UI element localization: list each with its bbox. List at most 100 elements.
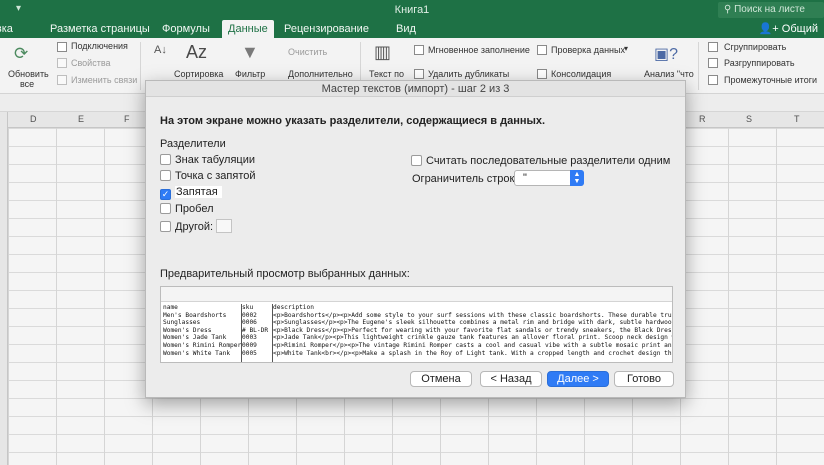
preview-cell: # BL-DR — [242, 326, 269, 334]
tab-insert[interactable]: Вставка — [0, 20, 19, 38]
semicolon-checkbox[interactable] — [160, 170, 171, 181]
consecutive-delimiters-option[interactable]: Считать последовательные разделители одн… — [411, 155, 670, 167]
consolidate-icon — [537, 69, 547, 79]
add-person-icon: 👤+ — [758, 23, 779, 35]
preview-column-header — [161, 287, 672, 302]
preview-cell: name — [163, 304, 178, 311]
tab-page-layout[interactable]: Разметка страницы — [44, 20, 156, 38]
tab-review[interactable]: Рецензирование — [278, 20, 375, 38]
ribbon-tabs: Вставка Разметка страницы Формулы Данные… — [0, 20, 824, 38]
connections-button[interactable]: Подключения — [71, 41, 128, 51]
preview-cell: Women's Rimini Romper — [163, 341, 241, 349]
comma-checkbox[interactable]: ✓ — [160, 189, 171, 200]
properties-button[interactable]: Свойства — [71, 58, 111, 68]
preview-cell: <p>Rimini Romper</p><p>The vintage Rimin… — [273, 341, 672, 349]
delimiter-tab-option[interactable]: Знак табуляции — [160, 154, 255, 168]
delimiter-other-option[interactable]: Другой: — [160, 219, 233, 233]
preview-row: Women's White Tank 0005 <p>White Tank<br><… — [161, 350, 672, 358]
subtotal-icon — [708, 75, 718, 85]
preview-row: Women's Jade Tank 0003 <p>Jade Tank</p><p>… — [161, 334, 672, 342]
share-button[interactable]: 👤+ Общий — [759, 22, 818, 35]
what-if-icon: ▣? — [654, 46, 679, 63]
document-title: Книга1 — [394, 4, 430, 16]
refresh-all-label-2: все — [20, 79, 35, 89]
cancel-button[interactable]: Отмена — [410, 371, 472, 387]
semicolon-checkbox-label: Точка с запятой — [175, 170, 256, 182]
delimiter-comma-option[interactable]: ✓ Запятая — [160, 186, 222, 200]
preview-row: Women's Dress # BL-DR <p>Black Dress</p><p… — [161, 327, 672, 335]
sort-button[interactable]: Сортировка — [174, 69, 223, 79]
preview-cell: <p>White Tank<br></p><p>Make a splash in… — [273, 349, 672, 357]
clear-filter-button[interactable]: Очистить — [288, 47, 327, 57]
preview-cell: 0005 — [242, 349, 257, 357]
text-qualifier-value: " — [523, 172, 527, 184]
sort-az-icon[interactable]: A↓ — [154, 44, 167, 56]
dialog-title: Мастер текстов (импорт) - шаг 2 из 3 — [146, 81, 685, 97]
share-label: Общий — [781, 23, 818, 35]
ungroup-icon — [708, 58, 718, 68]
preview-cell: 0003 — [242, 334, 257, 342]
data-preview[interactable]: name sku description Men's Boardshorts 0002 <… — [160, 286, 673, 363]
space-checkbox[interactable] — [160, 203, 171, 214]
tab-data[interactable]: Данные — [222, 20, 274, 38]
filter-button[interactable]: Фильтр — [235, 69, 265, 79]
properties-icon — [57, 58, 67, 68]
other-delimiter-input[interactable] — [216, 219, 233, 233]
refresh-all-button[interactable]: Обновить — [8, 69, 49, 79]
subtotal-button[interactable]: Промежуточные итоги — [724, 75, 817, 85]
text-qualifier-label: Ограничитель строк: — [412, 173, 518, 185]
tab-formulas[interactable]: Формулы — [156, 20, 216, 38]
preview-cell: sku — [242, 304, 254, 311]
search-icon: ⚲ — [724, 4, 732, 15]
text-to-columns-button[interactable]: Текст по — [369, 69, 404, 79]
consecutive-delimiters-label: Считать последовательные разделители одн… — [426, 155, 671, 167]
sheet-search-placeholder: Поиск на листе — [734, 4, 805, 15]
preview-cell: 0006 — [242, 319, 257, 327]
other-checkbox[interactable] — [160, 221, 171, 232]
preview-cell: Women's Dress — [163, 326, 212, 334]
preview-cell: <p>Jade Tank</p><p>This lightweight crin… — [273, 334, 672, 342]
remove-duplicates-icon — [414, 69, 424, 79]
preview-cell: Sunglasses — [163, 319, 201, 327]
delimiters-section-label: Разделители — [160, 138, 226, 150]
flash-fill-icon — [414, 45, 424, 55]
preview-label: Предварительный просмотр выбранных данны… — [160, 268, 410, 280]
delimiter-semicolon-option[interactable]: Точка с запятой — [160, 170, 256, 184]
advanced-filter-button[interactable]: Дополнительно — [288, 69, 353, 79]
preview-row: name sku description — [161, 304, 672, 312]
other-checkbox-label: Другой: — [175, 221, 214, 233]
preview-cell: description — [273, 304, 314, 311]
finish-button[interactable]: Готово — [614, 371, 674, 387]
edit-links-button[interactable]: Изменить связи — [71, 75, 137, 85]
sort-dialog-icon: Aᴢ — [186, 42, 208, 62]
delimiter-space-option[interactable]: Пробел — [160, 203, 214, 217]
preview-row: Sunglasses 0006 <p>Sunglasses</p><p>The Eu… — [161, 319, 672, 327]
preview-cell: Women's White Tank — [163, 349, 231, 357]
preview-cell: <p>Boardshorts</p><p>Add some style to y… — [273, 311, 672, 319]
refresh-icon: ⟳ — [14, 44, 29, 63]
sheet-search-input[interactable]: ⚲ Поиск на листе — [718, 2, 824, 18]
consolidate-button[interactable]: Консолидация — [551, 69, 611, 79]
consecutive-delimiters-checkbox[interactable] — [411, 155, 422, 166]
ungroup-button[interactable]: Разгруппировать — [724, 58, 795, 68]
remove-duplicates-button[interactable]: Удалить дубликаты — [428, 69, 509, 79]
edit-links-icon — [57, 75, 67, 85]
tab-view[interactable]: Вид — [390, 20, 422, 38]
text-import-wizard-dialog: Мастер текстов (импорт) - шаг 2 из 3 На … — [145, 80, 686, 398]
preview-cell: 0009 — [242, 341, 257, 349]
tab-checkbox[interactable] — [160, 154, 171, 165]
dialog-heading: На этом экране можно указать разделители… — [160, 115, 546, 127]
data-validation-icon — [537, 45, 547, 55]
filter-icon: ▼ — [241, 42, 259, 62]
back-button[interactable]: < Назад — [480, 371, 542, 387]
preview-cell: Men's Boardshorts — [163, 311, 227, 319]
text-qualifier-select[interactable]: " ▲ ▼ — [514, 170, 584, 186]
next-button[interactable]: Далее > — [547, 371, 609, 387]
data-validation-button[interactable]: Проверка данных — [551, 45, 625, 55]
flash-fill-button[interactable]: Мгновенное заполнение — [428, 45, 530, 55]
what-if-analysis-button[interactable]: Анализ "что — [644, 69, 694, 79]
data-validation-dropdown-icon[interactable]: ▾ — [624, 44, 628, 53]
space-checkbox-label: Пробел — [175, 203, 214, 215]
group-button[interactable]: Сгруппировать — [724, 42, 786, 52]
preview-cell: 0002 — [242, 311, 257, 319]
